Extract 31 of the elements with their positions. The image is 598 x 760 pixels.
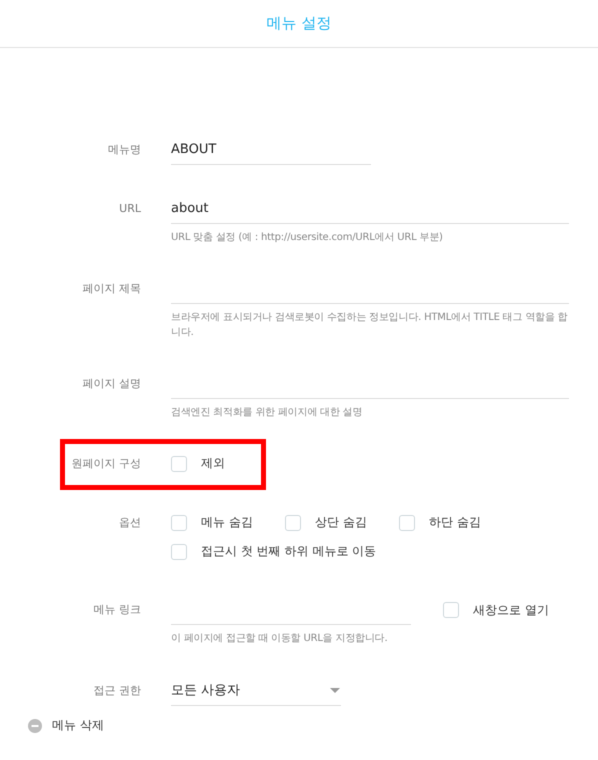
select-field[interactable]: 모든 사용자 — [171, 676, 341, 706]
checkbox[interactable] — [171, 544, 187, 560]
checkbox[interactable] — [399, 514, 415, 530]
field-label: 옵션 — [118, 515, 141, 531]
delete-menu-button[interactable]: 메뉴 삭제 — [28, 717, 104, 734]
field-label: 페이지 제목 — [82, 281, 141, 297]
field-label: 페이지 설명 — [82, 376, 141, 392]
checkbox-label[interactable]: 제외 — [201, 455, 225, 472]
checkbox[interactable] — [443, 602, 459, 618]
minus-icon — [28, 718, 42, 732]
checkbox[interactable] — [285, 514, 301, 530]
caret-icon — [330, 688, 340, 693]
checkbox[interactable] — [171, 514, 187, 530]
checkbox-label[interactable]: 접근시 첫 번째 하위 메뉴로 이동 — [201, 543, 376, 560]
field-label: 메뉴 링크 — [92, 602, 141, 618]
help-text: 이 페이지에 접근할 때 이동할 URL을 지정합니다. — [171, 632, 388, 646]
help-text: 검색엔진 최적화를 위한 페이지에 대한 설명 — [171, 406, 364, 420]
help-text: 브라우저에 표시되거나 검색로봇이 수집하는 정보입니다. HTML에서 TITLE 태그 역할을 합니다. — [171, 311, 568, 340]
field-label: 접근 권한 — [92, 683, 141, 699]
checkbox-label[interactable]: 메뉴 숨김 — [201, 514, 253, 531]
checkbox-label[interactable]: 상단 숨김 — [315, 514, 367, 531]
input-field[interactable]: ABOUT — [171, 135, 371, 165]
field-label: 메뉴명 — [107, 142, 141, 158]
checkbox-label[interactable]: 하단 숨김 — [429, 514, 481, 531]
field-label: 원페이지 구성 — [70, 456, 141, 472]
checkbox-label[interactable]: 새창으로 열기 — [473, 602, 549, 618]
input-field[interactable]: about — [171, 194, 569, 224]
field-label: URL — [118, 201, 141, 217]
help-text: URL 맞춤 설정 (예 : http://usersite.com/URL에서 URL 부분) — [171, 231, 444, 245]
checkbox[interactable] — [171, 456, 187, 472]
page-title: 메뉴 설정 — [266, 14, 332, 33]
